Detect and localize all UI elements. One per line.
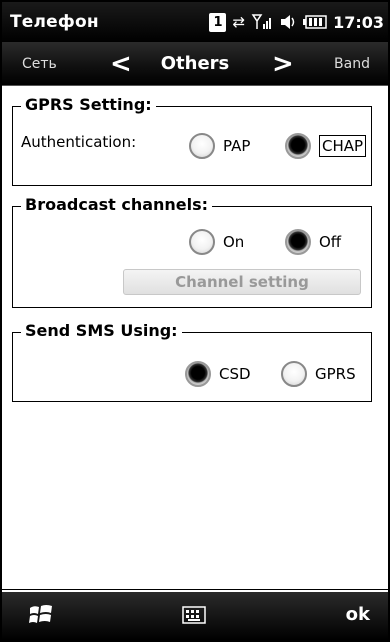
broadcast-on-label[interactable]: On [223, 233, 244, 251]
keyboard-icon[interactable] [182, 606, 206, 624]
tab-next-arrow-icon[interactable]: > [272, 49, 294, 79]
chap-radio[interactable] [285, 133, 311, 159]
broadcast-channels-title: Broadcast channels: [21, 195, 213, 214]
windows-start-icon[interactable] [28, 602, 54, 628]
send-sms-group: Send SMS Using: CSD GPRS [12, 321, 372, 402]
clock: 17:03 [333, 12, 384, 32]
status-bar: Телефон 1 ⇄ 17:03 [2, 2, 388, 42]
pap-radio[interactable] [189, 133, 215, 159]
battery-icon [303, 15, 327, 29]
data-connection-icon: ⇄ [232, 13, 246, 31]
gprs-setting-title: GPRS Setting: [21, 95, 156, 114]
broadcast-channels-group: Broadcast channels: On Off Channel setti… [12, 195, 372, 308]
signal-strength-icon [251, 14, 272, 29]
broadcast-off-radio[interactable] [285, 229, 311, 255]
gprs-radio-label[interactable]: GPRS [315, 365, 356, 383]
chap-radio-label[interactable]: CHAP [319, 135, 367, 157]
broadcast-on-radio[interactable] [189, 229, 215, 255]
tab-current-title: Others [160, 53, 230, 74]
channel-setting-button[interactable]: Channel setting [123, 269, 361, 295]
tab-bar: Сеть < Others > Band [2, 42, 388, 86]
authentication-label: Authentication: [21, 133, 137, 151]
bottom-bar: ok [2, 592, 388, 640]
settings-panel: GPRS Setting: Authentication: PAP CHAP B… [2, 86, 388, 590]
csd-radio[interactable] [185, 361, 211, 387]
send-sms-title: Send SMS Using: [21, 321, 182, 340]
status-icons: 1 ⇄ 17:03 [209, 2, 384, 42]
gprs-setting-group: GPRS Setting: Authentication: PAP CHAP [12, 95, 372, 186]
ok-button[interactable]: ok [346, 604, 370, 625]
csd-radio-label[interactable]: CSD [219, 365, 251, 383]
pap-radio-label[interactable]: PAP [223, 137, 250, 155]
sim-slot-badge: 1 [209, 12, 227, 32]
gprs-radio[interactable] [281, 361, 307, 387]
app-title: Телефон [10, 12, 99, 32]
tab-band[interactable]: Band [334, 56, 370, 72]
speaker-icon [281, 15, 295, 29]
broadcast-off-label[interactable]: Off [319, 233, 341, 251]
